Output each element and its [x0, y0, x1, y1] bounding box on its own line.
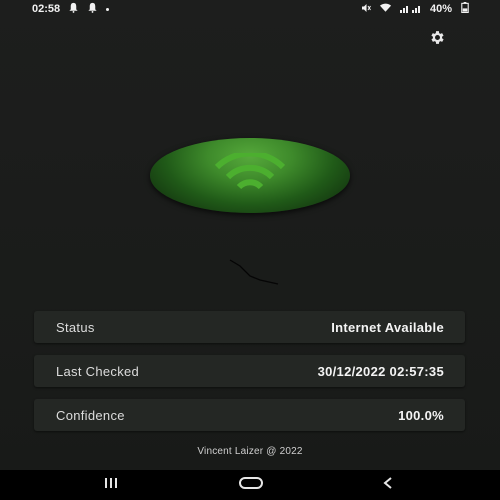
recent-apps-icon — [104, 476, 118, 494]
back-button[interactable] — [358, 470, 418, 500]
decorative-mark — [229, 259, 279, 285]
wifi-icon — [213, 150, 287, 200]
status-value: Internet Available — [331, 319, 444, 335]
back-icon — [382, 476, 394, 495]
settings-button[interactable] — [427, 30, 447, 50]
bell-icon — [87, 2, 98, 16]
confidence-value: 100.0% — [398, 407, 444, 423]
status-bar-right: 40% — [361, 2, 470, 16]
home-button[interactable] — [221, 470, 281, 500]
check-connection-button[interactable] — [150, 138, 350, 213]
clock: 02:58 — [32, 3, 61, 15]
mute-icon — [361, 3, 371, 16]
bell-icon — [68, 2, 79, 16]
cell-signal-icon — [399, 3, 422, 16]
battery-icon — [460, 2, 470, 16]
footer-credit: Vincent Laizer @ 2022 — [197, 446, 303, 457]
last-checked-label: Last Checked — [56, 363, 140, 379]
status-card: Status Internet Available — [34, 311, 465, 343]
home-icon — [238, 476, 264, 495]
last-checked-card: Last Checked 30/12/2022 02:57:35 — [34, 355, 465, 387]
confidence-label: Confidence — [56, 407, 125, 423]
navigation-bar — [0, 470, 500, 500]
wifi-signal-icon — [379, 3, 392, 16]
confidence-card: Confidence 100.0% — [34, 399, 465, 431]
gear-icon — [429, 29, 446, 51]
dot-icon — [106, 7, 110, 11]
status-bar: 02:58 40% — [0, 0, 500, 18]
last-checked-value: 30/12/2022 02:57:35 — [317, 363, 444, 379]
status-bar-left: 02:58 — [32, 2, 110, 16]
status-label: Status — [56, 319, 95, 335]
app-screen: 02:58 40% Status Internet Available Last… — [0, 0, 500, 500]
recent-apps-button[interactable] — [81, 470, 141, 500]
battery-percent: 40% — [429, 3, 452, 15]
